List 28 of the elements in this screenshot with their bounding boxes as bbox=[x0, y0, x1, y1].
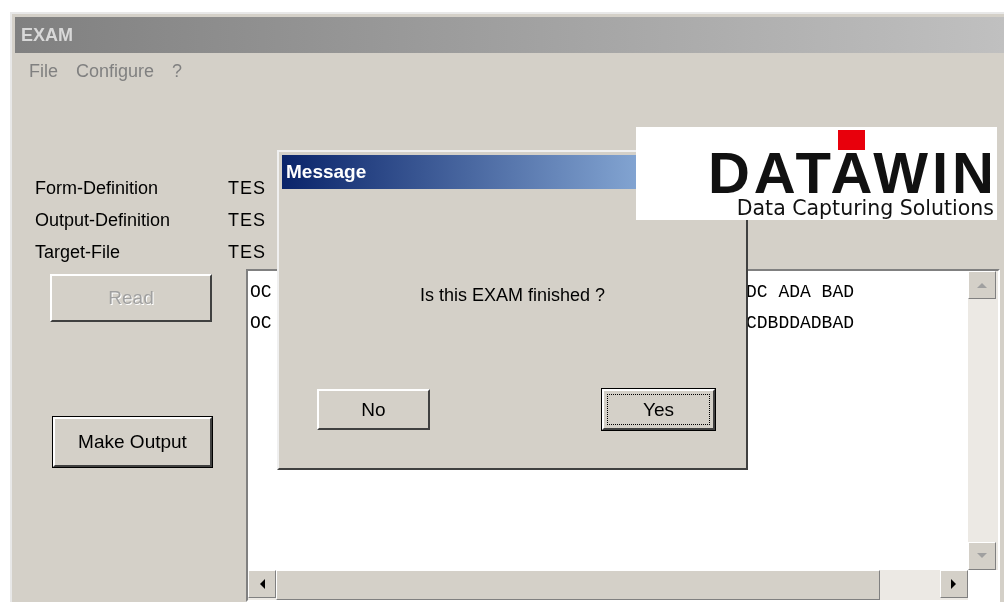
output-text: CDBDDADBAD bbox=[746, 312, 855, 335]
field-value: TES bbox=[228, 241, 266, 264]
output-text: OC bbox=[250, 312, 272, 335]
dialog-message: Is this EXAM finished ? bbox=[418, 285, 607, 306]
vertical-scrollbar[interactable] bbox=[968, 271, 998, 570]
window-title: EXAM bbox=[21, 24, 73, 46]
horizontal-scrollbar[interactable] bbox=[248, 570, 968, 600]
scroll-down-icon[interactable] bbox=[968, 542, 996, 570]
action-button[interactable]: Make Output bbox=[53, 417, 212, 467]
square-icon bbox=[838, 130, 865, 150]
menu-item[interactable]: ? bbox=[172, 61, 183, 89]
field-label: Target-File bbox=[35, 241, 122, 264]
scroll-up-icon[interactable] bbox=[968, 271, 996, 299]
dialog-button[interactable]: No bbox=[317, 389, 430, 430]
menu-item[interactable]: Configure bbox=[76, 61, 155, 89]
output-text: OC bbox=[250, 281, 272, 304]
field-label: Form-Definition bbox=[35, 177, 160, 200]
dialog-title: Message bbox=[286, 161, 367, 183]
scroll-left-icon[interactable] bbox=[248, 570, 276, 598]
menu-item[interactable]: File bbox=[29, 61, 58, 89]
scroll-right-icon[interactable] bbox=[940, 570, 968, 598]
logo-tagline: Data Capturing Solutions bbox=[736, 196, 994, 220]
logo-wordmark: DATAWIN bbox=[707, 152, 998, 194]
field-label: Output-Definition bbox=[35, 209, 172, 232]
field-value: TES bbox=[228, 209, 266, 232]
scroll-thumb[interactable] bbox=[276, 570, 880, 600]
dialog-button[interactable]: Yes bbox=[602, 389, 715, 430]
field-value: TES bbox=[228, 177, 266, 200]
